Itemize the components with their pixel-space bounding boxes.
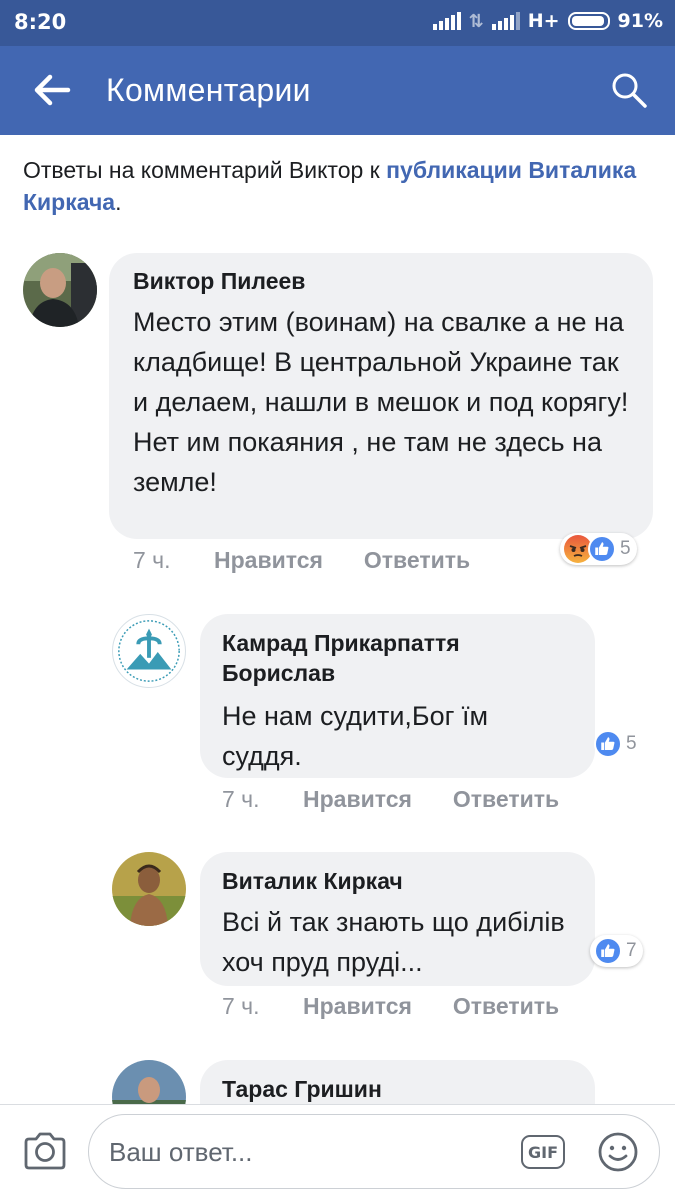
like-icon	[594, 937, 622, 965]
gif-button[interactable]: GIF	[521, 1135, 565, 1169]
status-icons: ⇅ H+ 91%	[432, 10, 663, 32]
signal-2-icon	[491, 12, 520, 30]
comment-text: Не нам судити,Бог їм суддя.	[222, 701, 489, 771]
context-suffix: .	[115, 189, 122, 215]
reply-input[interactable]: Ваш ответ... GIF	[88, 1114, 660, 1189]
context-prefix: Ответы на комментарий Виктор к	[23, 157, 387, 183]
battery-icon	[567, 12, 610, 30]
signal-icon	[432, 12, 461, 30]
back-arrow-icon[interactable]	[30, 68, 74, 112]
comment-actions: 7 ч. Нравится Ответить	[222, 786, 559, 813]
comment-bubble[interactable]: Виктор Пилеев Место этим (воинам) на сва…	[109, 253, 653, 539]
like-icon	[594, 730, 622, 758]
reply-composer: Ваш ответ... GIF	[0, 1104, 675, 1201]
comment-author[interactable]: Виталик Киркач	[222, 866, 573, 896]
comment-author[interactable]: Виктор Пилеев	[133, 266, 629, 296]
comment-bubble[interactable]: Камрад Прикарпаття Борислав Не нам судит…	[200, 614, 595, 778]
battery-level: 91%	[617, 10, 663, 32]
emoji-icon[interactable]	[597, 1131, 639, 1173]
comment-time: 7 ч.	[222, 786, 260, 812]
camera-icon[interactable]	[22, 1130, 68, 1172]
comment-author[interactable]: Тарас Гришин	[222, 1074, 573, 1104]
comment-text: Всі й так знають що дибілів хоч пруд пру…	[222, 907, 565, 977]
reply-placeholder: Ваш ответ...	[109, 1137, 253, 1167]
like-button[interactable]: Нравится	[303, 993, 412, 1020]
reaction-count: 7	[626, 940, 637, 961]
comment-actions: 7 ч. Нравится Ответить	[133, 547, 470, 574]
network-type: H+	[527, 10, 560, 32]
data-transfer-icon: ⇅	[468, 10, 484, 32]
like-button[interactable]: Нравится	[303, 786, 412, 813]
avatar[interactable]	[112, 852, 186, 926]
comment-time: 7 ч.	[133, 547, 171, 573]
search-icon[interactable]	[609, 70, 649, 110]
replies-context: Ответы на комментарий Виктор к публикаци…	[23, 154, 643, 218]
reply-button[interactable]: Ответить	[453, 786, 559, 813]
avatar[interactable]	[112, 614, 186, 688]
reaction-count: 5	[626, 733, 637, 754]
status-time: 8:20	[14, 10, 67, 34]
reactions-badge[interactable]: 5	[590, 728, 643, 760]
app-bar: Комментарии	[0, 46, 675, 135]
reply-button[interactable]: Ответить	[453, 993, 559, 1020]
comment-bubble[interactable]: Виталик Киркач Всі й так знають що дибіл…	[200, 852, 595, 986]
status-bar: 8:20 ⇅ H+ 91%	[0, 0, 675, 46]
avatar[interactable]	[23, 253, 97, 327]
comment-author[interactable]: Камрад Прикарпаття Борислав	[222, 628, 573, 688]
comment-actions: 7 ч. Нравится Ответить	[222, 993, 559, 1020]
comment-time: 7 ч.	[222, 993, 260, 1019]
page-title: Комментарии	[106, 72, 311, 108]
like-icon	[588, 535, 616, 563]
reactions-badge[interactable]: 5	[560, 533, 637, 565]
reaction-count: 5	[620, 538, 631, 559]
reactions-badge[interactable]: 7	[590, 935, 643, 967]
comment-text: Место этим (воинам) на свалке а не на кл…	[133, 307, 629, 497]
like-button[interactable]: Нравится	[214, 547, 323, 574]
reply-button[interactable]: Ответить	[364, 547, 470, 574]
